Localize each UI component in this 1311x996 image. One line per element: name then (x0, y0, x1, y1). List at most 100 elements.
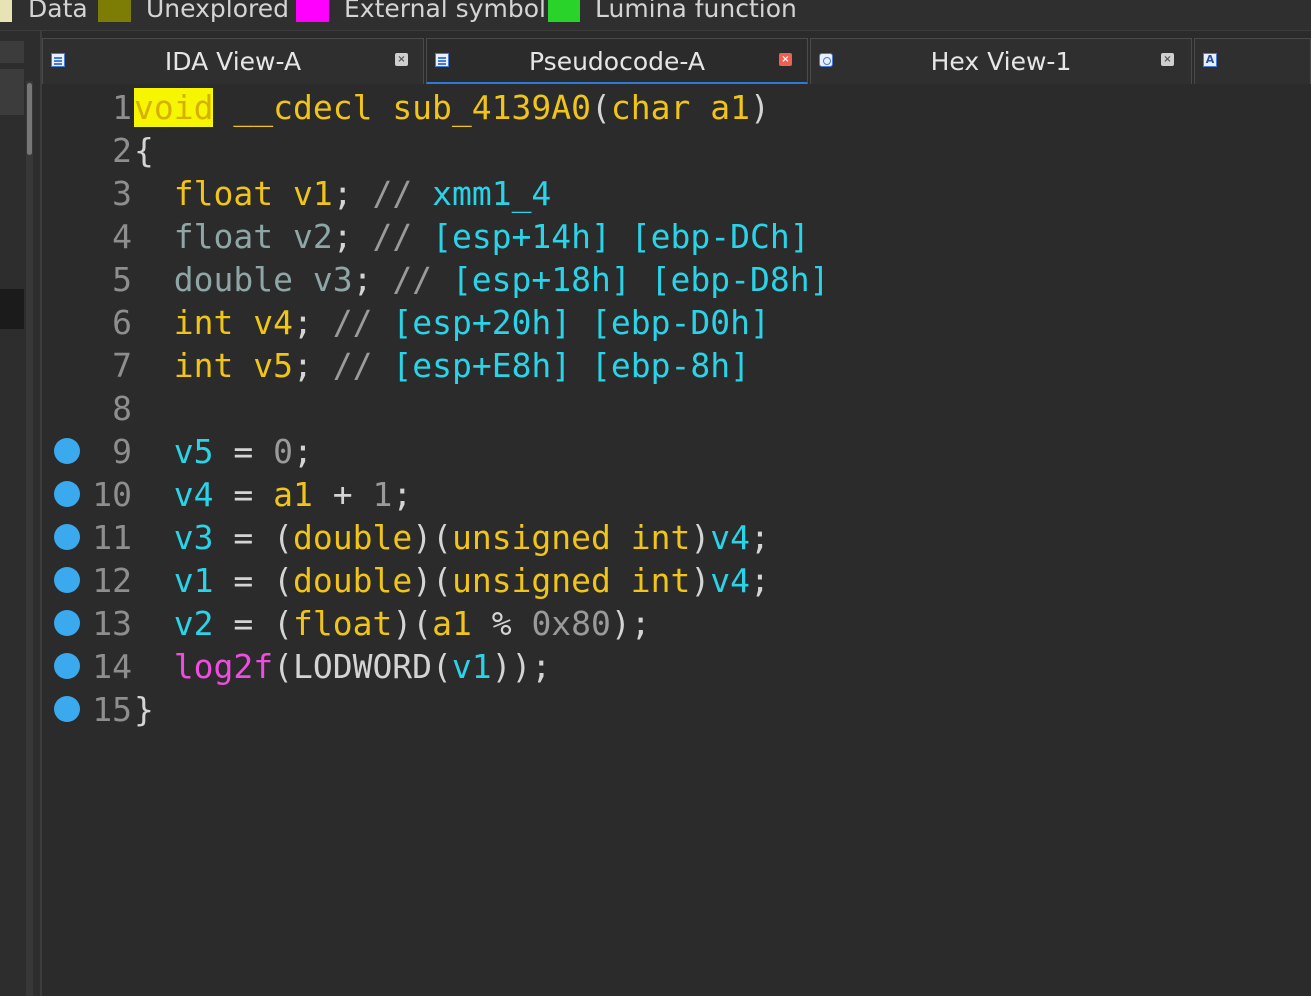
tab-hex-view-1[interactable]: Hex View-1 × (810, 38, 1192, 84)
code-token: ) (690, 518, 711, 557)
tab-ida-view-a[interactable]: IDA View-A × (42, 38, 424, 84)
code-token: )( (392, 604, 433, 643)
code-text[interactable]: void __cdecl sub_4139A0(char a1) (134, 86, 770, 129)
code-text[interactable]: v5 = 0; (134, 430, 313, 473)
code-token: ; (392, 475, 413, 514)
code-token: a1 (273, 475, 313, 514)
code-token: ) (749, 88, 770, 127)
code-token: double (292, 561, 413, 600)
code-token: float (173, 174, 274, 213)
code-text[interactable]: float v2; // [esp+14h] [ebp-DCh] (134, 215, 810, 258)
code-token: v1 (451, 647, 492, 686)
code-token: ; (750, 518, 770, 557)
code-token: [esp+E8h] [ebp-8h] (392, 346, 750, 385)
code-token: __cdecl (233, 88, 373, 127)
code-text[interactable]: v1 = (double)(unsigned int)v4; (134, 559, 770, 602)
tab-label: IDA View-A (164, 47, 302, 76)
line-number: 13 (92, 604, 132, 643)
code-token: double v3 (173, 260, 353, 299)
code-token: char (610, 88, 691, 127)
code-token: = ( (213, 604, 293, 643)
breakpoint-dot-icon[interactable] (54, 524, 80, 550)
code-token: // (392, 260, 433, 299)
breakpoint-dot-icon[interactable] (54, 481, 80, 507)
code-text[interactable]: double v3; // [esp+18h] [ebp-D8h] (134, 258, 830, 301)
code-token: // (332, 303, 373, 342)
code-token: sub_4139A0 (392, 88, 591, 127)
code-token: v5 (253, 346, 293, 385)
code-token: ; (292, 432, 313, 471)
legend-swatch-external-symbol (296, 0, 329, 22)
code-token: unsigned int (451, 518, 691, 557)
code-token: = (213, 475, 274, 514)
line-number: 5 (112, 260, 132, 299)
code-token: { (134, 131, 154, 170)
code-text[interactable]: { (134, 129, 154, 172)
breakpoint-dot-icon[interactable] (54, 438, 80, 464)
close-icon[interactable]: × (779, 53, 792, 66)
left-panel-selected-row (0, 289, 24, 329)
line-number: 9 (112, 432, 132, 471)
code-token: // (372, 174, 413, 213)
code-token: v2 (173, 604, 214, 643)
code-token: } (134, 690, 154, 729)
legend-swatch-unexplored (98, 0, 131, 22)
code-text[interactable]: float v1; // xmm1_4 (134, 172, 552, 215)
code-text[interactable]: } (134, 688, 154, 731)
tab-structures[interactable]: A (1194, 38, 1311, 84)
breakpoint-dot-icon[interactable] (54, 610, 80, 636)
code-text[interactable]: int v5; // [esp+E8h] [ebp-8h] (134, 344, 750, 387)
code-token: double (292, 518, 413, 557)
line-number: 14 (92, 647, 132, 686)
code-token: ) (690, 561, 711, 600)
code-token: int (173, 346, 234, 385)
code-token: int (173, 303, 234, 342)
code-text[interactable]: v4 = a1 + 1; (134, 473, 412, 516)
code-token: v4 (710, 561, 750, 600)
code-token: v3 (173, 518, 214, 557)
line-number: 1 (112, 88, 132, 127)
tab-pseudocode-a[interactable]: Pseudocode-A × (426, 38, 808, 84)
code-text[interactable]: int v4; // [esp+20h] [ebp-D0h] (134, 301, 770, 344)
left-scrollbar-track[interactable] (26, 81, 33, 996)
left-panel-header (0, 41, 24, 63)
breakpoint-dot-icon[interactable] (54, 653, 80, 679)
left-scrollbar-thumb[interactable] (27, 83, 32, 155)
code-token: ; (332, 174, 373, 213)
code-token: )); (491, 647, 552, 686)
close-icon[interactable]: × (395, 53, 408, 66)
code-text[interactable]: v2 = (float)(a1 % 0x80); (134, 602, 651, 645)
code-token: ( (273, 647, 293, 686)
code-token: 1 (372, 475, 393, 514)
code-token: [esp+14h] [ebp-DCh] (432, 217, 810, 256)
code-token: ; (292, 303, 333, 342)
pseudocode-view[interactable]: 1 void __cdecl sub_4139A0(char a1) 2{3 flo… (42, 86, 1311, 996)
breakpoint-dot-icon[interactable] (54, 567, 80, 593)
code-token: unsigned int (451, 561, 691, 600)
code-token: a1 (432, 604, 472, 643)
code-token: ( (591, 88, 611, 127)
close-icon[interactable]: × (1161, 53, 1174, 66)
code-token: log2f (173, 647, 274, 686)
code-text[interactable]: v3 = (double)(unsigned int)v4; (134, 516, 770, 559)
code-token: % (471, 604, 532, 643)
code-token: // (372, 217, 413, 256)
code-text[interactable]: log2f(LODWORD(v1)); (134, 645, 552, 688)
breakpoint-dot-icon[interactable] (54, 696, 80, 722)
